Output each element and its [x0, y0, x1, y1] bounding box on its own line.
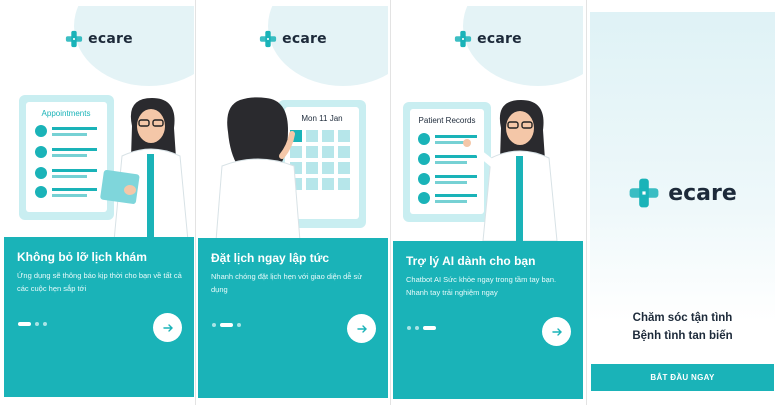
medical-cross-logo-icon [455, 30, 472, 48]
brand-header: ecare [4, 30, 194, 48]
onboarding-title: Trợ lý AI dành cho bạn [406, 254, 536, 268]
onboarding-card: Trợ lý AI dành cho bạn Chatbot AI Sức kh… [393, 241, 583, 399]
brand-name: ecare [477, 31, 522, 47]
page-dot [415, 326, 419, 330]
onboarding-description: Chatbot AI Sức khỏe ngay trong tầm tay b… [406, 275, 557, 297]
next-button[interactable] [153, 313, 182, 342]
onboarding-title: Không bỏ lỡ lịch khám [17, 250, 147, 264]
page-dot [237, 323, 241, 327]
page-indicator [212, 323, 241, 327]
page-indicator [18, 322, 47, 326]
medical-cross-logo-icon [260, 30, 277, 48]
onboarding-screen-booking: ecare Mon 11 Jan Đặt lịch ngay lập tức N… [198, 6, 388, 399]
page-dot [212, 323, 216, 327]
onboarding-card: Không bỏ lỡ lịch khám Ứng dụng sẽ thông … [4, 237, 194, 397]
onboarding-description: Nhanh chóng đặt lịch hẹn với giao diện d… [211, 272, 363, 294]
illustration-label: Mon 11 Jan [301, 114, 342, 123]
arrow-right-icon [162, 323, 173, 332]
onboarding-description: Ứng dụng sẽ thông báo kịp thời cho bạn v… [17, 271, 182, 293]
page-indicator [407, 326, 436, 330]
patient-records-illustration: Patient Records [403, 100, 558, 241]
page-dot-active [423, 326, 436, 330]
page-dot-active [220, 323, 233, 327]
slogan-line-1: Chăm sóc tận tình [632, 312, 733, 324]
onboarding-screen-ai-assistant: ecare Patient Records Trợ lý AI dành cho… [393, 6, 583, 399]
brand-header: ecare [393, 30, 583, 48]
splash-screen: ecare Chăm sóc tận tình Bệnh tình tan bi… [590, 12, 775, 399]
arrow-right-icon [356, 324, 367, 333]
brand-header: ecare [198, 30, 388, 48]
illustration-label: Appointments [42, 109, 91, 118]
brand-name: ecare [282, 31, 327, 47]
page-dot [43, 322, 47, 326]
page-dot [35, 322, 39, 326]
brand-name: ecare [88, 31, 133, 47]
slogan-line-2: Bệnh tình tan biến [632, 330, 733, 342]
splash-brand: ecare [590, 177, 775, 209]
medical-cross-logo-icon [629, 178, 659, 208]
medical-cross-logo-icon [66, 30, 83, 48]
brand-name: ecare [668, 180, 737, 206]
illustration-label: Patient Records [419, 116, 476, 125]
arrow-right-icon [551, 327, 562, 336]
onboarding-card: Đặt lịch ngay lập tức Nhanh chóng đặt lị… [198, 238, 388, 398]
page-dot [407, 326, 411, 330]
onboarding-title: Đặt lịch ngay lập tức [211, 251, 330, 265]
onboarding-screen-appointments: ecare Appointments Không bỏ lỡ lịch khám… [4, 6, 194, 399]
start-now-button[interactable]: BẮT ĐẦU NGAY [591, 364, 774, 391]
next-button[interactable] [542, 317, 571, 346]
appointments-illustration: Appointments [19, 95, 189, 241]
next-button[interactable] [347, 314, 376, 343]
page-dot-active [18, 322, 31, 326]
calendar-illustration: Mon 11 Jan [215, 97, 366, 241]
